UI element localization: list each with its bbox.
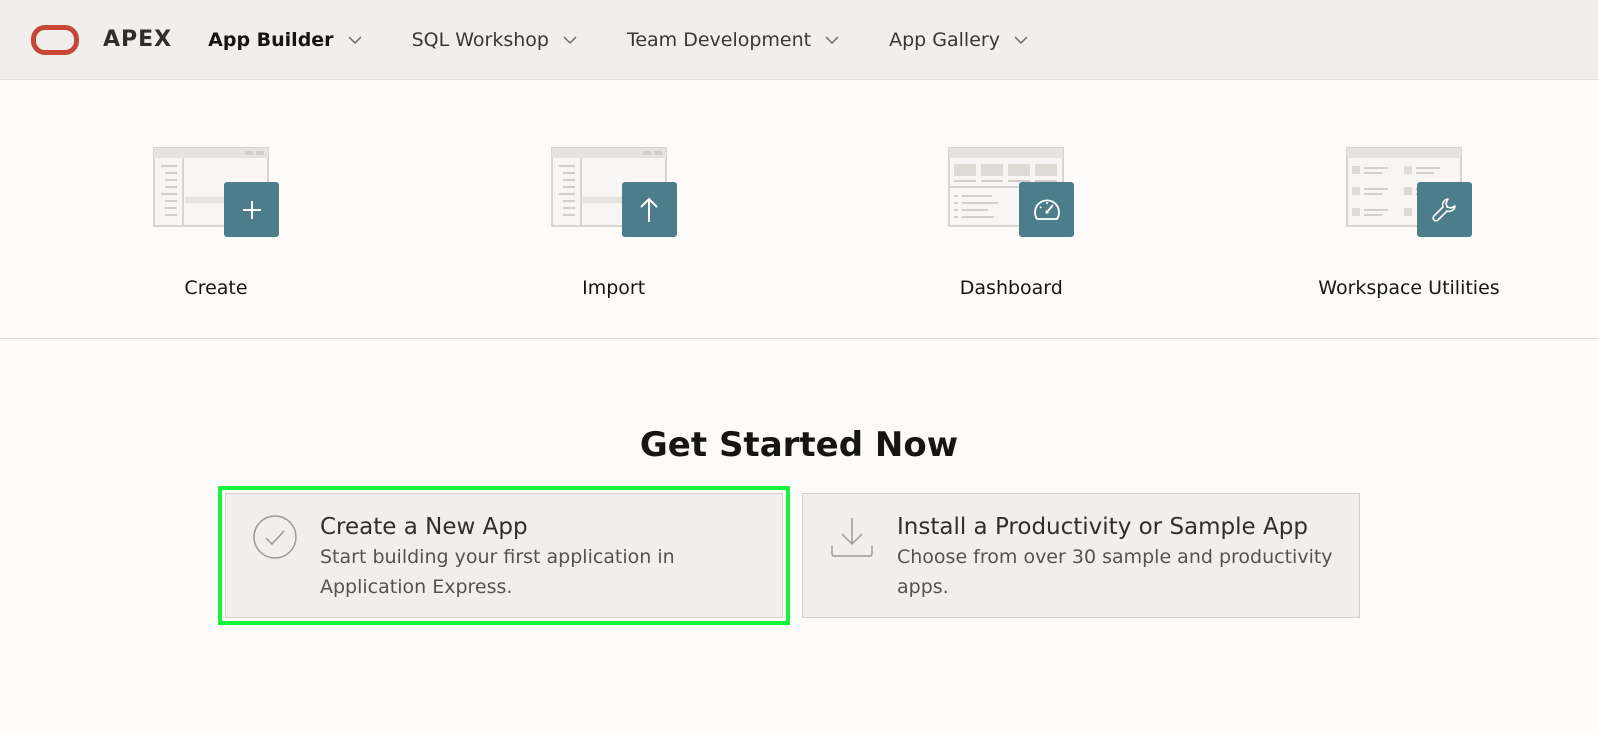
- chevron-down-icon: [348, 35, 362, 44]
- tile-graphic: [550, 147, 677, 237]
- tile-graphic: [948, 147, 1075, 237]
- nav-label: Team Development: [626, 28, 812, 51]
- checkmark-circle-icon: [253, 515, 297, 559]
- nav-app-builder[interactable]: App Builder: [208, 28, 362, 51]
- nav-app-gallery[interactable]: App Gallery: [889, 29, 1028, 51]
- tile-label: Workspace Utilities: [1318, 277, 1500, 299]
- upload-arrow-icon: [621, 182, 677, 237]
- card-description: Choose from over 30 sample and productiv…: [897, 546, 1333, 598]
- nav-label: App Builder: [208, 28, 334, 51]
- main-nav: App Builder SQL Workshop Team Developmen…: [208, 29, 1078, 51]
- tile-import[interactable]: Import: [526, 80, 702, 338]
- tile-graphic: [1345, 147, 1472, 237]
- wrench-icon: [1416, 182, 1472, 237]
- tile-create[interactable]: Create: [128, 80, 304, 338]
- chevron-down-icon: [825, 35, 839, 44]
- gauge-icon: [1019, 182, 1075, 237]
- card-title: Install a Productivity or Sample App: [897, 514, 1308, 540]
- top-navigation-bar: APEX App Builder SQL Workshop Team Devel…: [0, 0, 1598, 80]
- nav-label: App Gallery: [889, 28, 1000, 51]
- plus-icon: [224, 182, 279, 237]
- card-description: Start building your first application in…: [320, 546, 675, 598]
- tile-graphic: [153, 147, 279, 237]
- tile-label: Import: [582, 277, 646, 299]
- tile-dashboard[interactable]: Dashboard: [923, 80, 1099, 338]
- download-tray-icon: [831, 518, 873, 557]
- tile-label: Create: [184, 277, 248, 299]
- create-new-app-card[interactable]: Create a New App Start building your fir…: [218, 486, 790, 625]
- get-started-cards: Create a New App Start building your fir…: [0, 486, 1598, 625]
- nav-label: SQL Workshop: [411, 28, 549, 51]
- card-body: Create a New App Start building your fir…: [320, 512, 700, 617]
- tile-workspace-utilities[interactable]: Workspace Utilities: [1318, 80, 1500, 338]
- app-builder-tiles: Create Import Dashboard Workspace Utilit…: [0, 80, 1598, 339]
- chevron-down-icon: [563, 35, 577, 44]
- install-sample-app-card[interactable]: Install a Productivity or Sample App Cho…: [802, 493, 1360, 618]
- nav-team-development[interactable]: Team Development: [627, 29, 839, 51]
- card-body: Install a Productivity or Sample App Cho…: [897, 512, 1337, 617]
- brand-name[interactable]: APEX: [103, 27, 172, 52]
- get-started-heading: Get Started Now: [639, 425, 959, 465]
- nav-sql-workshop[interactable]: SQL Workshop: [412, 29, 577, 51]
- tile-label: Dashboard: [959, 277, 1063, 299]
- card-title: Create a New App: [320, 514, 528, 540]
- chevron-down-icon: [1014, 35, 1028, 44]
- oracle-logo-icon[interactable]: [31, 24, 79, 55]
